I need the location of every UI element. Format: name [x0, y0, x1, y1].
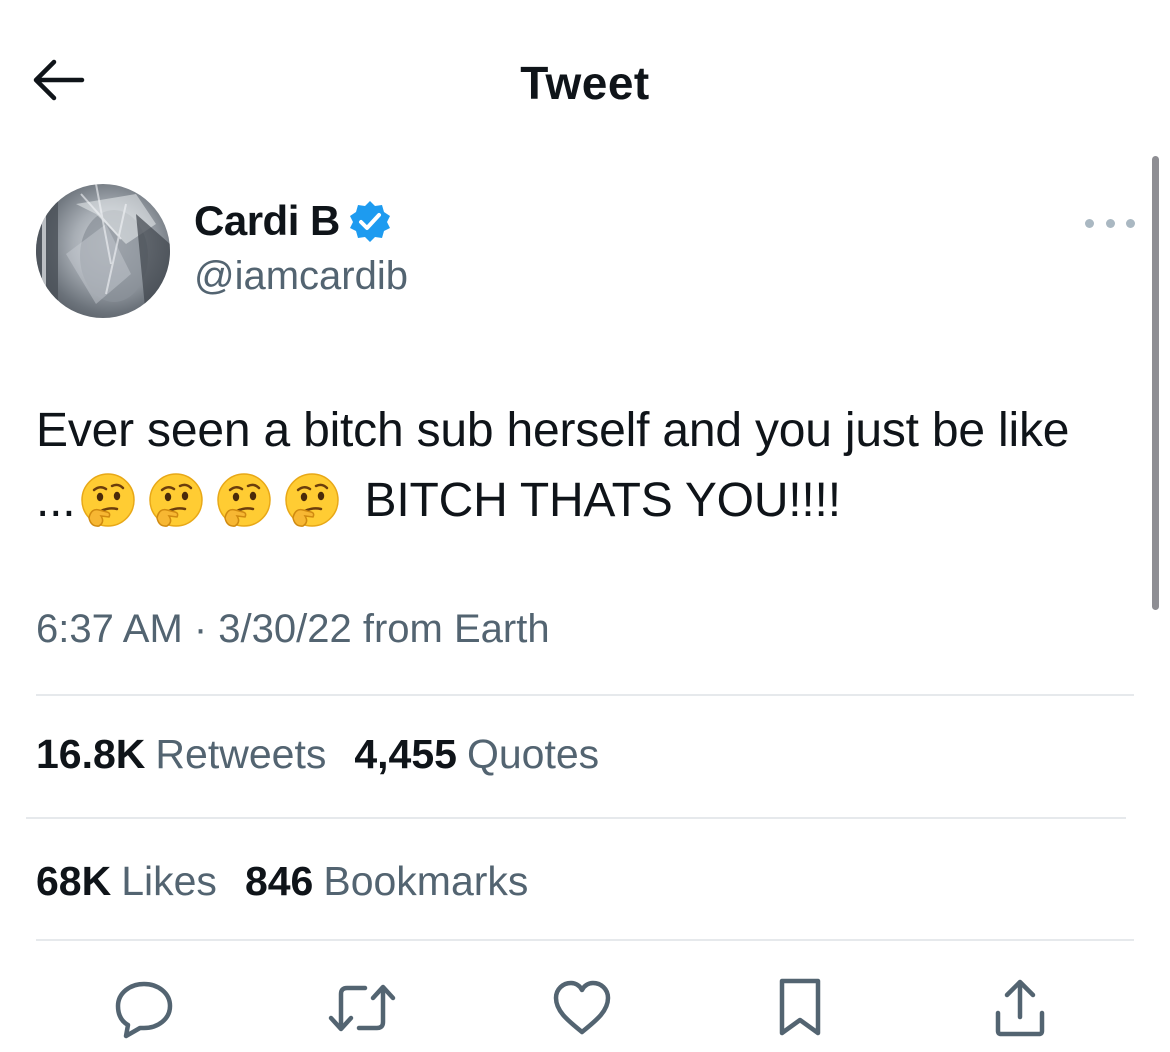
thinking-face-emoji-icon [285, 473, 340, 527]
likes-count: 68K [36, 858, 112, 904]
tweet-text: Ever seen a bitch sub herself and you ju… [36, 396, 1151, 536]
likes-stat[interactable]: 68K Likes [36, 858, 217, 905]
more-dot-icon [1085, 218, 1094, 228]
quotes-stat[interactable]: 4,455 Quotes [354, 731, 599, 778]
tweet-text-line-1: Ever seen a bitch sub herself and you ju… [36, 404, 1070, 457]
avatar-image [36, 184, 170, 318]
stats-row-retweets-quotes: 16.8K Retweets 4,455 Quotes [36, 731, 599, 778]
verified-badge-icon [349, 201, 390, 242]
reply-icon [115, 981, 173, 1039]
quotes-label: Quotes [466, 731, 600, 777]
tweet-detail-screen: Tweet Cardi B @iamcardib Ever seen a bit… [0, 0, 1170, 1052]
retweets-count: 16.8K [36, 731, 146, 777]
stats-row-likes-bookmarks: 68K Likes 846 Bookmarks [36, 858, 528, 905]
retweet-icon [328, 984, 396, 1032]
reply-button[interactable] [108, 972, 180, 1044]
retweets-stat[interactable]: 16.8K Retweets [36, 731, 326, 778]
more-dot-icon [1105, 218, 1115, 228]
retweet-button[interactable] [326, 972, 398, 1044]
page-title: Tweet [520, 57, 650, 109]
divider [36, 694, 1134, 696]
tweet-timestamp: 6:37 AM · 3/30/22 from Earth [36, 607, 550, 651]
tweet-ellipsis: ... [36, 474, 76, 527]
like-icon [553, 980, 611, 1035]
likes-label: Likes [121, 858, 217, 904]
thinking-face-emoji-icon [217, 473, 272, 527]
author-name-row[interactable]: Cardi B [194, 197, 392, 245]
bookmarks-label: Bookmarks [323, 858, 529, 904]
retweets-label: Retweets [155, 731, 327, 777]
divider [26, 817, 1126, 819]
more-options-button[interactable] [1085, 206, 1135, 240]
thinking-face-emoji-icon [149, 473, 204, 527]
bookmark-icon [779, 978, 821, 1036]
bookmarks-stat[interactable]: 846 Bookmarks [245, 858, 528, 905]
like-button[interactable] [546, 972, 618, 1044]
tweet-text-suffix: BITCH THATS YOU!!!! [351, 474, 841, 527]
bookmarks-count: 846 [244, 858, 314, 904]
thinking-face-emoji-icon [81, 473, 136, 527]
share-button[interactable] [984, 972, 1056, 1044]
scrollbar[interactable] [1152, 156, 1159, 610]
quotes-count: 4,455 [354, 731, 457, 777]
more-dot-icon [1126, 218, 1135, 228]
bookmark-button[interactable] [764, 972, 836, 1044]
share-icon [995, 979, 1045, 1037]
tweet-text-line-2: ... BITCH THATS YOU!!!! [36, 466, 1151, 536]
author-name[interactable]: Cardi B [194, 197, 340, 245]
divider [36, 939, 1134, 941]
author-handle[interactable]: @iamcardib [194, 254, 408, 299]
avatar[interactable] [36, 184, 170, 318]
